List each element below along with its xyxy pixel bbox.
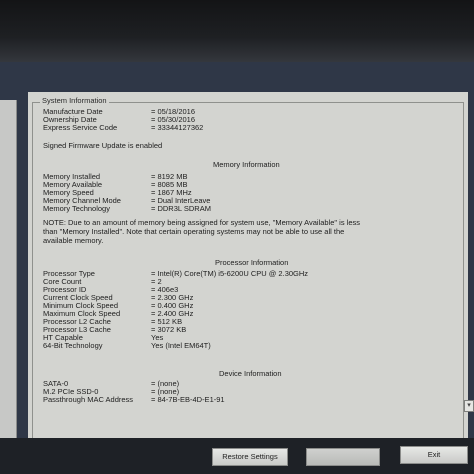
device-row-mac-address: Passthrough MAC Address = 84-7B-EB-4D-E1-… [43, 395, 225, 404]
system-information-group: System Information Manufacture Date = 05/… [32, 96, 464, 464]
memory-note: NOTE: Due to an amount of memory being a… [43, 218, 360, 245]
laptop-bezel [0, 0, 474, 62]
info-row-express-service-code: Express Service Code = 33344127362 [43, 123, 204, 132]
settings-tree-pane[interactable] [0, 100, 17, 460]
scroll-down-icon[interactable]: ▾ [464, 400, 474, 412]
memory-heading: Memory Information [213, 160, 280, 169]
button-bar: Restore Settings Exit [0, 438, 474, 474]
restore-settings-button[interactable]: Restore Settings [212, 448, 288, 466]
device-heading: Device Information [219, 369, 282, 378]
memory-row-technology: Memory Technology = DDR3L SDRAM [43, 204, 211, 213]
details-panel: System Information Manufacture Date = 05/… [28, 92, 468, 472]
bios-screen: System Information Manufacture Date = 05/… [0, 62, 474, 474]
exit-button[interactable]: Exit [400, 446, 468, 464]
processor-row-64bit: 64-Bit Technology Yes (Intel EM64T) [43, 341, 211, 350]
group-title: System Information [40, 96, 109, 105]
processor-heading: Processor Information [215, 258, 289, 267]
apply-button[interactable] [306, 448, 380, 466]
firmware-status: Signed Firmware Update is enabled [43, 141, 163, 150]
